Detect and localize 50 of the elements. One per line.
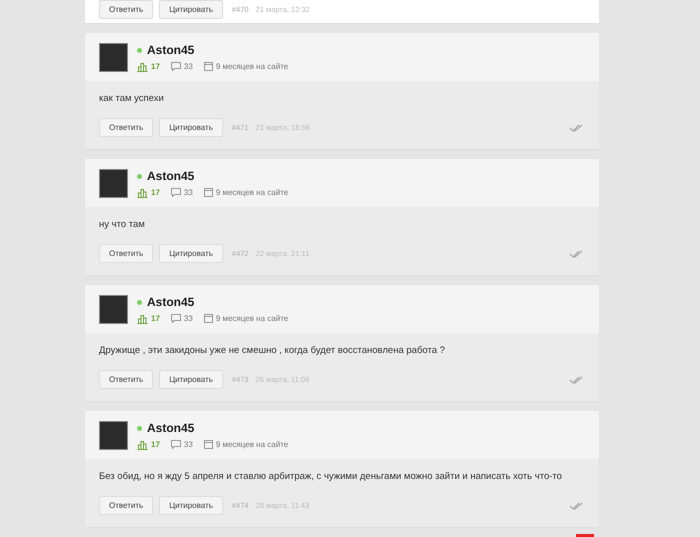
author-name[interactable]: Aston45 — [147, 169, 194, 183]
post-text: Дружище , эти закидоны уже не смешно , когда будет восстановлена работа ? — [99, 344, 446, 358]
comment-count: 33 — [184, 188, 193, 197]
avatar[interactable] — [99, 294, 128, 324]
quote-button[interactable]: Цитировать — [159, 118, 223, 137]
comment-count: 33 — [184, 62, 193, 71]
rating: 17 — [151, 314, 160, 323]
comment-icon — [170, 188, 181, 197]
comment-icon — [170, 314, 181, 323]
avatar[interactable] — [99, 420, 128, 450]
reply-button[interactable]: Ответить — [99, 244, 154, 263]
calendar-icon — [204, 314, 213, 323]
membership-duration: 9 месяцев на сайте — [216, 62, 288, 71]
chart-icon — [137, 188, 148, 198]
calendar-icon — [204, 440, 213, 449]
comment-count: 33 — [184, 314, 193, 323]
post-text: Без обид, но я жду 5 апреля и ставлю арбитраж, с чужими деньгами можно зайти и написать хоть что-то — [99, 470, 563, 484]
rating: 17 — [151, 440, 160, 449]
reply-button[interactable]: Ответить — [99, 118, 154, 137]
rating: 17 — [151, 188, 160, 197]
author-name[interactable]: Aston45 — [147, 421, 194, 435]
membership-duration: 9 месяцев на сайте — [216, 188, 288, 197]
author-name[interactable]: Aston45 — [147, 43, 194, 57]
quote-button[interactable]: Цитировать — [159, 0, 223, 19]
calendar-icon — [204, 62, 213, 71]
quote-button[interactable]: Цитировать — [159, 496, 223, 515]
double-check-icon — [569, 376, 584, 384]
rating: 17 — [151, 62, 160, 71]
comment-icon — [170, 62, 181, 71]
post-text: ну что там — [99, 218, 146, 232]
membership-duration: 9 месяцев на сайте — [216, 314, 288, 323]
chart-icon — [137, 314, 148, 324]
quote-button[interactable]: Цитировать — [159, 370, 223, 389]
double-check-icon — [569, 250, 584, 258]
chart-icon — [137, 62, 148, 72]
membership-duration: 9 месяцев на сайте — [216, 440, 288, 449]
comment-count: 33 — [184, 440, 193, 449]
reply-button[interactable]: Ответить — [99, 496, 154, 515]
author-name[interactable]: Aston45 — [147, 295, 194, 309]
avatar[interactable] — [99, 42, 128, 72]
comment-icon — [170, 440, 181, 449]
quote-button[interactable]: Цитировать — [159, 244, 223, 263]
post-text: как там успехи — [99, 92, 165, 106]
avatar[interactable] — [99, 168, 128, 198]
calendar-icon — [204, 188, 213, 197]
reply-button[interactable]: Ответить — [99, 0, 154, 19]
double-check-icon — [569, 124, 584, 132]
double-check-icon — [569, 502, 584, 510]
reply-button[interactable]: Ответить — [99, 370, 154, 389]
chart-icon — [137, 440, 148, 450]
